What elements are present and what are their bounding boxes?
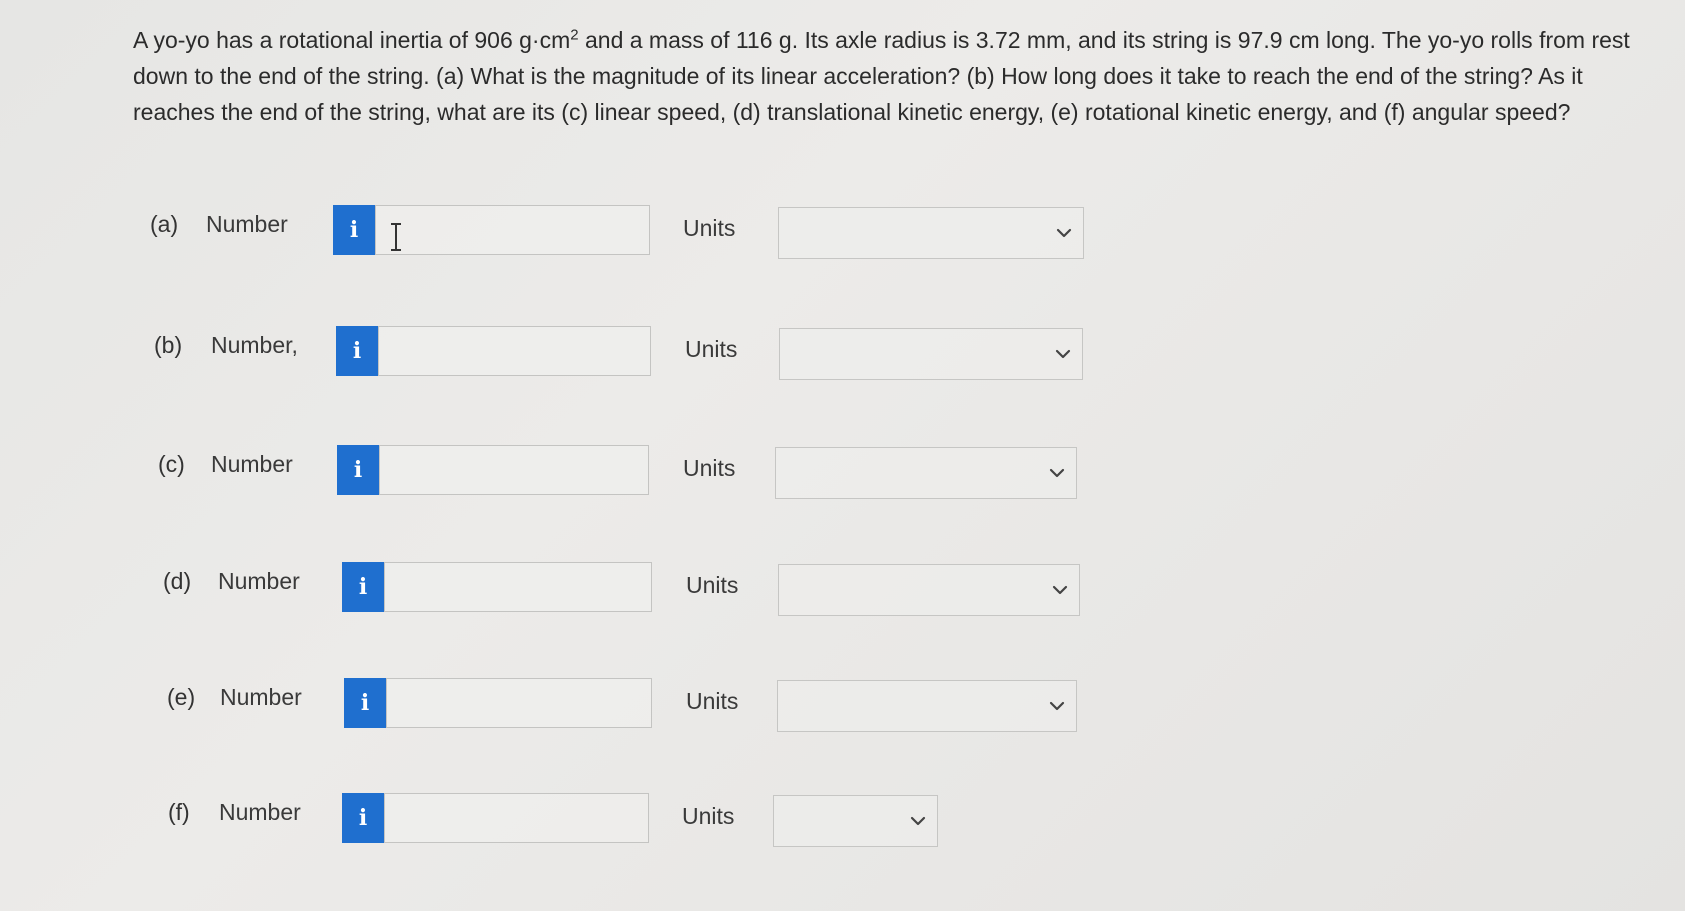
units-label-c: Units <box>683 455 736 481</box>
number-input-f[interactable] <box>384 793 649 843</box>
part-label-b: (b) <box>154 332 183 358</box>
chevron-down-icon <box>1049 468 1065 478</box>
question-text: A yo-yo has a rotational inertia of 906 … <box>133 22 1653 130</box>
number-input-a[interactable] <box>375 205 650 255</box>
chevron-down-icon <box>1056 228 1072 238</box>
info-icon: i <box>360 690 370 716</box>
info-icon: i <box>349 217 359 243</box>
units-select-c[interactable] <box>775 447 1077 499</box>
units-label-b: Units <box>685 336 738 362</box>
info-button-f[interactable]: i <box>342 793 384 843</box>
part-label-c: (c) <box>158 451 185 477</box>
number-input-c[interactable] <box>379 445 649 495</box>
units-select-f[interactable] <box>773 795 938 847</box>
number-label-b: Number, <box>211 332 298 358</box>
question-superscript: 2 <box>570 26 579 44</box>
question-part-1: A yo-yo has a rotational inertia of 906 … <box>133 27 571 53</box>
part-label-e: (e) <box>167 684 196 710</box>
chevron-down-icon <box>1055 349 1071 359</box>
info-icon: i <box>353 457 363 483</box>
info-button-d[interactable]: i <box>342 562 384 612</box>
info-button-c[interactable]: i <box>337 445 379 495</box>
number-input-d[interactable] <box>384 562 652 612</box>
number-input-e[interactable] <box>386 678 652 728</box>
units-select-e[interactable] <box>777 680 1077 732</box>
units-label-a: Units <box>683 215 736 241</box>
units-select-b[interactable] <box>779 328 1083 380</box>
text-cursor-icon <box>391 223 401 251</box>
info-icon: i <box>352 338 362 364</box>
number-label-e: Number <box>220 684 302 710</box>
units-label-e: Units <box>686 688 739 714</box>
part-label-f: (f) <box>168 799 190 825</box>
number-input-b[interactable] <box>378 326 651 376</box>
units-label-f: Units <box>682 803 735 829</box>
info-icon: i <box>358 805 368 831</box>
units-select-a[interactable] <box>778 207 1084 259</box>
part-label-a: (a) <box>150 211 179 237</box>
units-label-d: Units <box>686 572 739 598</box>
number-label-a: Number <box>206 211 288 237</box>
info-button-e[interactable]: i <box>344 678 386 728</box>
chevron-down-icon <box>1049 701 1065 711</box>
units-select-d[interactable] <box>778 564 1080 616</box>
number-label-d: Number <box>218 568 300 594</box>
info-button-a[interactable]: i <box>333 205 375 255</box>
chevron-down-icon <box>910 816 926 826</box>
number-label-c: Number <box>211 451 293 477</box>
number-label-f: Number <box>219 799 301 825</box>
part-label-d: (d) <box>163 568 192 594</box>
info-icon: i <box>358 574 368 600</box>
info-button-b[interactable]: i <box>336 326 378 376</box>
chevron-down-icon <box>1052 585 1068 595</box>
